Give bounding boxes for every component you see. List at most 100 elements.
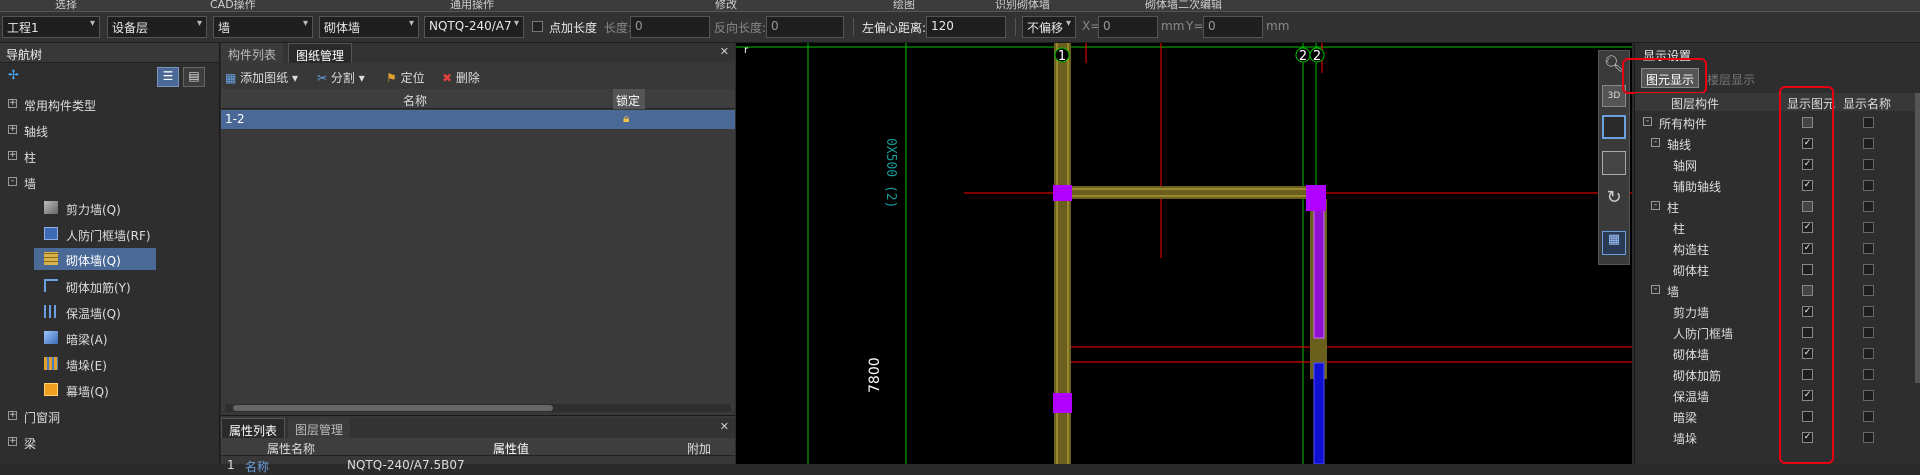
- show-name-checkbox[interactable]: [1863, 327, 1874, 338]
- close-icon[interactable]: ✕: [720, 420, 729, 433]
- ribbon-item[interactable]: 识别砌体墙: [995, 0, 1050, 11]
- column-marker[interactable]: [1306, 185, 1326, 211]
- reverse-length-input[interactable]: 0: [766, 16, 844, 38]
- rotate-icon[interactable]: ↻: [1602, 187, 1626, 211]
- show-element-checkbox[interactable]: ✓: [1802, 159, 1813, 170]
- show-name-checkbox[interactable]: [1863, 243, 1874, 254]
- nav-item-shear-wall[interactable]: 剪力墙(Q): [0, 196, 220, 220]
- settings-row[interactable]: -墙: [1635, 280, 1920, 301]
- show-name-checkbox[interactable]: [1863, 180, 1874, 191]
- settings-row[interactable]: 砌体加筋: [1635, 364, 1920, 385]
- nav-item-common-types[interactable]: + 常用构件类型: [0, 92, 220, 116]
- insulation-wall[interactable]: [1313, 207, 1325, 339]
- locate-button[interactable]: ⚑ 定位: [386, 69, 425, 86]
- nav-item-civil-defense-wall[interactable]: 人防门框墙(RF): [0, 222, 220, 246]
- delete-button[interactable]: ✖ 删除: [442, 69, 480, 86]
- show-element-checkbox[interactable]: ✓: [1802, 390, 1813, 401]
- project-select[interactable]: 工程1 ▾: [2, 16, 100, 38]
- y-input[interactable]: 0: [1203, 16, 1263, 38]
- tab-drawing-management[interactable]: 图纸管理: [288, 43, 353, 63]
- expand-icon[interactable]: +: [8, 151, 17, 160]
- nav-item-hidden-beam[interactable]: 暗梁(A): [0, 326, 220, 350]
- show-element-checkbox[interactable]: [1802, 201, 1813, 212]
- show-name-checkbox[interactable]: [1863, 138, 1874, 149]
- show-element-checkbox[interactable]: [1802, 327, 1813, 338]
- show-name-checkbox[interactable]: [1863, 369, 1874, 380]
- show-element-checkbox[interactable]: ✓: [1802, 306, 1813, 317]
- ribbon-item[interactable]: 选择: [55, 0, 77, 11]
- horizontal-scrollbar[interactable]: [225, 404, 731, 412]
- close-icon[interactable]: ✕: [720, 45, 729, 58]
- show-element-checkbox[interactable]: ✓: [1802, 138, 1813, 149]
- expand-icon[interactable]: +: [8, 411, 17, 420]
- collapse-icon[interactable]: -: [1643, 117, 1652, 126]
- grid-view-icon[interactable]: ▦: [1602, 231, 1626, 255]
- settings-row[interactable]: 辅助轴线 ✓: [1635, 175, 1920, 196]
- nav-item-door-window[interactable]: + 门窗洞: [0, 404, 220, 428]
- component-select[interactable]: NQTQ-240/A7 ▾: [424, 16, 524, 38]
- show-name-checkbox[interactable]: [1863, 432, 1874, 443]
- ribbon-item[interactable]: 绘图: [893, 0, 915, 11]
- show-name-checkbox[interactable]: [1863, 306, 1874, 317]
- tab-layer-management[interactable]: 图层管理: [288, 418, 351, 438]
- collapse-icon[interactable]: -: [1651, 201, 1660, 210]
- settings-row[interactable]: - 所有构件: [1635, 112, 1920, 133]
- collapse-icon[interactable]: -: [1651, 285, 1660, 294]
- show-element-checkbox[interactable]: [1802, 411, 1813, 422]
- expand-icon[interactable]: +: [8, 437, 17, 446]
- nav-item-axis[interactable]: + 轴线: [0, 118, 220, 142]
- column-marker[interactable]: [1053, 393, 1072, 413]
- settings-row[interactable]: -柱: [1635, 196, 1920, 217]
- length-input[interactable]: 0: [630, 16, 710, 38]
- show-name-checkbox[interactable]: [1863, 285, 1874, 296]
- settings-row[interactable]: - 轴线 ✓: [1635, 133, 1920, 154]
- tab-property-list[interactable]: 属性列表: [221, 418, 286, 438]
- settings-row[interactable]: 砌体墙 ✓: [1635, 343, 1920, 364]
- collapse-icon[interactable]: -: [1651, 138, 1660, 147]
- show-name-checkbox[interactable]: [1863, 117, 1874, 128]
- show-name-checkbox[interactable]: [1863, 390, 1874, 401]
- show-element-checkbox[interactable]: [1802, 117, 1813, 128]
- settings-row[interactable]: 轴网 ✓: [1635, 154, 1920, 175]
- settings-row[interactable]: 砌体柱: [1635, 259, 1920, 280]
- show-name-checkbox[interactable]: [1863, 222, 1874, 233]
- settings-row[interactable]: 柱 ✓: [1635, 217, 1920, 238]
- settings-row[interactable]: 剪力墙 ✓: [1635, 301, 1920, 322]
- settings-row[interactable]: 构造柱 ✓: [1635, 238, 1920, 259]
- category-select[interactable]: 墙 ▾: [213, 16, 313, 38]
- nav-item-curtain-wall[interactable]: 幕墙(Q): [0, 378, 220, 402]
- show-element-checkbox[interactable]: ✓: [1802, 348, 1813, 359]
- show-name-checkbox[interactable]: [1863, 264, 1874, 275]
- cad-canvas[interactable]: 1 2 2 7800 0X500 (2) r: [736, 43, 1632, 464]
- left-offset-input[interactable]: 120: [926, 16, 1006, 38]
- ribbon-item[interactable]: 砌体墙二次编辑: [1145, 0, 1222, 11]
- collapse-icon[interactable]: -: [8, 177, 17, 186]
- ribbon-item[interactable]: 通用操作: [450, 0, 494, 11]
- add-drawing-button[interactable]: ▦ 添加图纸 ▾: [225, 69, 298, 86]
- nav-item-beam[interactable]: + 梁: [0, 430, 220, 454]
- show-name-checkbox[interactable]: [1863, 411, 1874, 422]
- expand-icon[interactable]: +: [8, 99, 17, 108]
- table-row[interactable]: 1-2 🔒︎: [221, 110, 735, 129]
- show-name-checkbox[interactable]: [1863, 348, 1874, 359]
- nav-item-wall[interactable]: -墙: [0, 170, 220, 194]
- masonry-wall-horizontal[interactable]: [1071, 186, 1311, 199]
- split-button[interactable]: ✂ 分割 ▾: [317, 69, 365, 86]
- shear-wall[interactable]: [1313, 362, 1325, 464]
- tab-floor-display[interactable]: 楼层显示: [1707, 71, 1755, 88]
- cube-view-icon[interactable]: [1602, 115, 1626, 139]
- show-name-checkbox[interactable]: [1863, 159, 1874, 170]
- nav-item-wall-pier[interactable]: 墙垛(E): [0, 352, 220, 376]
- tab-component-list[interactable]: 构件列表: [221, 43, 284, 63]
- settings-row[interactable]: 墙垛 ✓: [1635, 427, 1920, 448]
- nav-item-masonry-rebar[interactable]: 砌体加筋(Y): [0, 274, 220, 298]
- x-input[interactable]: 0: [1098, 16, 1158, 38]
- layer-select[interactable]: 设备层 ▾: [107, 16, 207, 38]
- expand-icon[interactable]: +: [8, 125, 17, 134]
- type-select[interactable]: 砌体墙 ▾: [319, 16, 419, 38]
- show-element-checkbox[interactable]: [1802, 369, 1813, 380]
- show-element-checkbox[interactable]: [1802, 264, 1813, 275]
- show-element-checkbox[interactable]: [1802, 285, 1813, 296]
- settings-row[interactable]: 人防门框墙: [1635, 322, 1920, 343]
- ribbon-item[interactable]: CAD操作: [210, 0, 256, 11]
